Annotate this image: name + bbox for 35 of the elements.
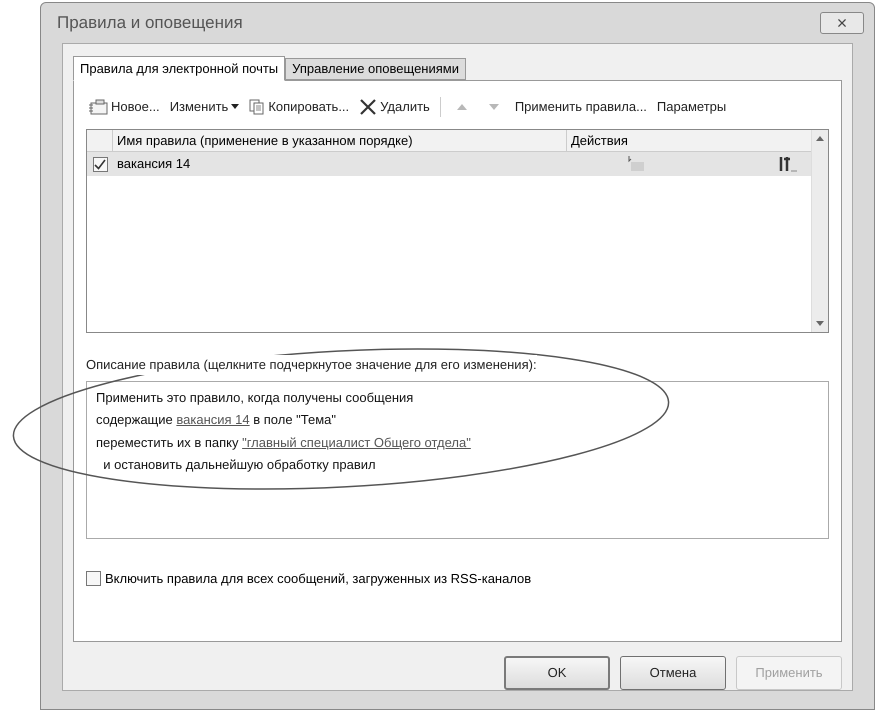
rss-checkbox[interactable] xyxy=(86,570,101,586)
tab[interactable]: Управление оповещениями xyxy=(285,58,466,80)
copy-icon xyxy=(249,99,266,115)
scrollbar[interactable] xyxy=(811,130,828,332)
column-header[interactable]: Имя правила (применение в указанном порядке) xyxy=(113,130,567,151)
tools-icon xyxy=(777,156,799,172)
rule-name: вакансия 14 xyxy=(116,155,192,174)
scroll-up-icon[interactable] xyxy=(816,136,824,141)
rule-checkbox[interactable] xyxy=(92,156,108,172)
close-button[interactable]: × xyxy=(820,12,864,34)
tab[interactable]: Правила для электронной почты xyxy=(73,56,286,81)
description-label: Описание правила (щелкните подчеркнутое значение для его изменения): xyxy=(86,355,537,374)
toolbar-button[interactable]: Применить правила... xyxy=(514,97,647,117)
toolbar-button[interactable]: Удалить xyxy=(359,97,430,117)
column-header[interactable]: Действия xyxy=(567,130,811,151)
toolbar-button[interactable]: Изменить xyxy=(170,97,240,117)
description-line: Применить это правило, когда получены сообщения xyxy=(96,388,414,407)
scroll-down-icon[interactable] xyxy=(816,321,824,326)
toolbar-button[interactable]: Копировать... xyxy=(249,97,350,117)
rss-option-label: Включить правила для всех сообщений, загруженных из RSS-каналов xyxy=(105,570,532,588)
value-link[interactable]: "главный специалист Общего отдела" xyxy=(242,434,471,450)
dialog-button[interactable]: OK xyxy=(504,656,610,690)
caret-icon xyxy=(231,104,240,110)
toolbar-button[interactable]: Параметры xyxy=(656,97,726,117)
description-line: переместить их в папку "главный специалист Общего отдела" xyxy=(96,434,471,452)
rule-row[interactable]: вакансия 14 xyxy=(87,152,811,176)
description-line: содержащие вакансия 14 в поле "Тема" xyxy=(96,411,336,429)
value-link[interactable]: вакансия 14 xyxy=(176,412,250,427)
dialog-button[interactable]: Отмена xyxy=(620,656,726,690)
description-line: и остановить дальнейшую обработку правил xyxy=(102,456,376,474)
delete-x-icon xyxy=(359,99,378,115)
window-title: Правила и оповещения xyxy=(57,12,243,34)
move-to-folder-icon xyxy=(627,156,645,172)
toolbar-button[interactable]: Новое... xyxy=(88,97,160,117)
new-rule-icon xyxy=(88,99,108,115)
